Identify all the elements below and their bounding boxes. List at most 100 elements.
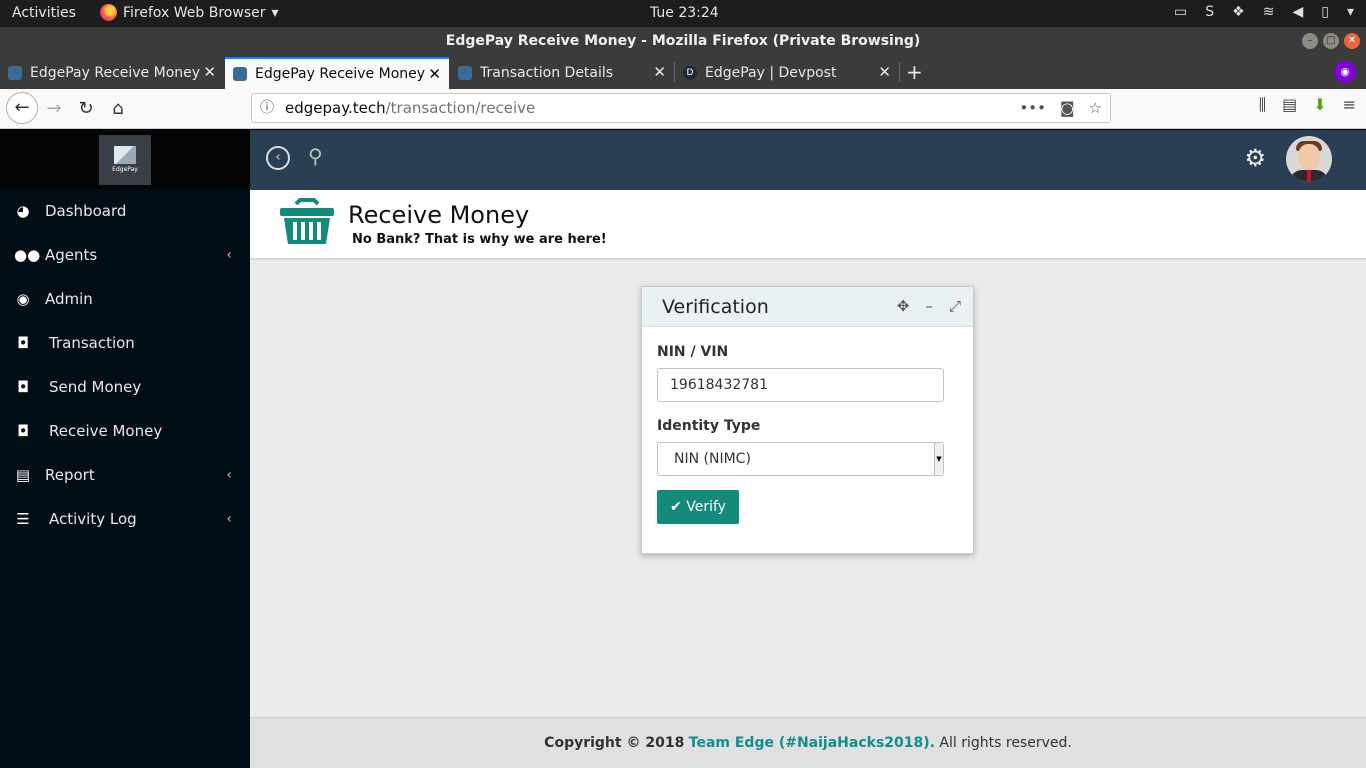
sidebar-item-dashboard[interactable]: ◕ Dashboard	[0, 189, 250, 233]
panel-header: Verification ✥ – ⤢	[642, 287, 973, 327]
verify-button[interactable]: ✔ Verify	[657, 490, 739, 524]
tab-1[interactable]: EdgePay Receive Money ✕	[0, 57, 224, 89]
devpost-favicon-icon: D	[683, 66, 697, 80]
sidebar-item-label: Receive Money	[49, 422, 163, 440]
tab-separator	[674, 62, 675, 82]
dashboard-icon: ◕	[16, 202, 30, 220]
url-path: /transaction/receive	[385, 99, 536, 117]
users-icon: ●●	[14, 246, 41, 264]
home-button[interactable]: ⌂	[106, 97, 130, 121]
clock[interactable]: Tue 23:24	[650, 5, 719, 21]
tab-label: EdgePay | Devpost	[705, 65, 837, 81]
verification-panel: Verification ✥ – ⤢ NIN / VIN Identity Ty…	[641, 286, 974, 554]
page-header: Receive Money No Bank? That is why we ar…	[250, 190, 1366, 260]
identity-type-select[interactable]: NIN (NIMC) ▼	[657, 442, 944, 476]
basket-icon	[280, 198, 334, 244]
download-icon[interactable]: ⬇	[1313, 95, 1326, 115]
footer-copyright: Copyright © 2018	[544, 735, 685, 751]
close-tab-icon[interactable]: ✕	[653, 63, 666, 81]
hamburger-menu-icon[interactable]: ≡	[1343, 95, 1356, 115]
navigation-bar: ← → ↻ ⌂ ⓘ edgepay.tech/transaction/recei…	[0, 89, 1366, 129]
tab-4[interactable]: D EdgePay | Devpost ✕	[675, 57, 899, 89]
close-window-button[interactable]: ✕	[1344, 33, 1360, 49]
minimize-icon[interactable]: –	[925, 297, 933, 315]
page-title: Receive Money	[348, 201, 530, 229]
window-controls: – □ ✕	[1302, 33, 1360, 49]
move-icon[interactable]: ✥	[897, 297, 910, 315]
back-circle-icon[interactable]: ‹	[266, 146, 290, 170]
page-subtitle: No Bank? That is why we are here!	[352, 232, 607, 247]
expand-icon[interactable]: ⤢	[949, 297, 961, 315]
close-tab-icon[interactable]: ✕	[878, 63, 891, 81]
tab-label: EdgePay Receive Money	[255, 66, 426, 82]
activities-button[interactable]: Activities	[12, 5, 76, 21]
tab-2[interactable]: EdgePay Receive Money ✕	[225, 57, 449, 89]
panel-tools: ✥ – ⤢	[897, 297, 961, 315]
back-button[interactable]: ←	[6, 92, 38, 124]
sidebar-item-admin[interactable]: ◉ Admin	[0, 277, 250, 321]
avatar[interactable]	[1286, 136, 1332, 182]
tab-3[interactable]: Transaction Details ✕	[450, 57, 674, 89]
nin-input[interactable]	[657, 368, 944, 402]
url-host: edgepay.tech	[285, 99, 386, 117]
sidebar-item-activity-log[interactable]: ☰ Activity Log ‹	[0, 497, 250, 541]
minimize-button[interactable]: –	[1302, 33, 1318, 49]
edgepay-logo[interactable]: EdgePay	[99, 134, 151, 185]
battery-icon[interactable]: ▯	[1321, 4, 1329, 20]
list-icon: ☰	[16, 510, 30, 528]
dropbox-icon[interactable]: ❖	[1232, 4, 1245, 20]
brand: EdgePay	[0, 130, 250, 189]
file-icon: ▤	[15, 466, 31, 484]
url-text: edgepay.tech/transaction/receive	[285, 94, 535, 122]
camera-icon[interactable]: ▭	[1174, 4, 1187, 20]
library-icon[interactable]: ⫼	[1259, 95, 1266, 115]
footer: Copyright © 2018 Team Edge (#NaijaHacks2…	[250, 717, 1366, 768]
search-icon[interactable]: ⚲	[308, 144, 323, 168]
url-actions: ••• ◙ ☆	[1019, 94, 1102, 122]
chevron-left-icon: ‹	[226, 247, 232, 263]
page-actions-icon[interactable]: •••	[1019, 94, 1046, 122]
wifi-icon[interactable]: ≋	[1263, 4, 1275, 20]
sidebar-icon[interactable]: ▤	[1282, 95, 1297, 115]
close-tab-icon[interactable]: ✕	[428, 65, 441, 83]
circle-dot-icon: ◘	[17, 378, 29, 396]
sidebar-item-label: Report	[45, 466, 95, 484]
sidebar-item-transaction[interactable]: ◘ Transaction	[0, 321, 250, 365]
info-icon[interactable]: ⓘ	[260, 94, 274, 122]
reload-button[interactable]: ↻	[74, 97, 98, 121]
chevron-left-icon: ‹	[226, 467, 232, 483]
team-link[interactable]: Team Edge (#NaijaHacks2018).	[689, 735, 935, 751]
skype-icon[interactable]: S	[1205, 4, 1214, 20]
sidebar-item-label: Send Money	[49, 378, 142, 396]
identity-type-value: NIN (NIMC)	[674, 451, 751, 467]
sidebar-item-label: Agents	[45, 246, 98, 264]
sidebar-item-send-money[interactable]: ◘ Send Money	[0, 365, 250, 409]
app-header: ‹ ⚲ ⚙	[250, 130, 1366, 190]
app-menu[interactable]: Firefox Web Browser ▾	[100, 4, 279, 21]
maximize-button[interactable]: □	[1323, 33, 1339, 49]
close-tab-icon[interactable]: ✕	[203, 63, 216, 81]
edgepay-favicon-icon	[8, 66, 22, 80]
tab-label: EdgePay Receive Money	[30, 65, 201, 81]
tab-strip: EdgePay Receive Money ✕ EdgePay Receive …	[0, 55, 1366, 89]
caret-down-icon[interactable]: ▾	[1347, 4, 1354, 20]
bookmark-star-icon[interactable]: ☆	[1089, 94, 1102, 122]
forward-button[interactable]: →	[42, 97, 66, 121]
tab-label: Transaction Details	[480, 65, 614, 81]
verify-label: Verify	[686, 499, 726, 515]
new-tab-button[interactable]: +	[906, 60, 923, 84]
sidebar-item-report[interactable]: ▤ Report ‹	[0, 453, 250, 497]
sidebar-item-label: Dashboard	[45, 202, 127, 220]
app-menu-label: Firefox Web Browser	[123, 4, 266, 21]
volume-icon[interactable]: ◀	[1292, 4, 1303, 20]
system-top-bar: Activities Firefox Web Browser ▾ Tue 23:…	[0, 0, 1366, 27]
tab-separator	[899, 62, 900, 82]
select-arrow-icon: ▼	[934, 443, 943, 475]
gear-icon[interactable]: ⚙	[1244, 144, 1266, 172]
nin-label: NIN / VIN	[657, 344, 729, 360]
pocket-icon[interactable]: ◙	[1060, 94, 1075, 122]
circle-dot-icon: ◘	[17, 422, 29, 440]
sidebar-item-receive-money[interactable]: ◘ Receive Money	[0, 409, 250, 453]
url-bar[interactable]: ⓘ edgepay.tech/transaction/receive ••• ◙…	[251, 93, 1111, 123]
sidebar-item-agents[interactable]: ●● Agents ‹	[0, 233, 250, 277]
